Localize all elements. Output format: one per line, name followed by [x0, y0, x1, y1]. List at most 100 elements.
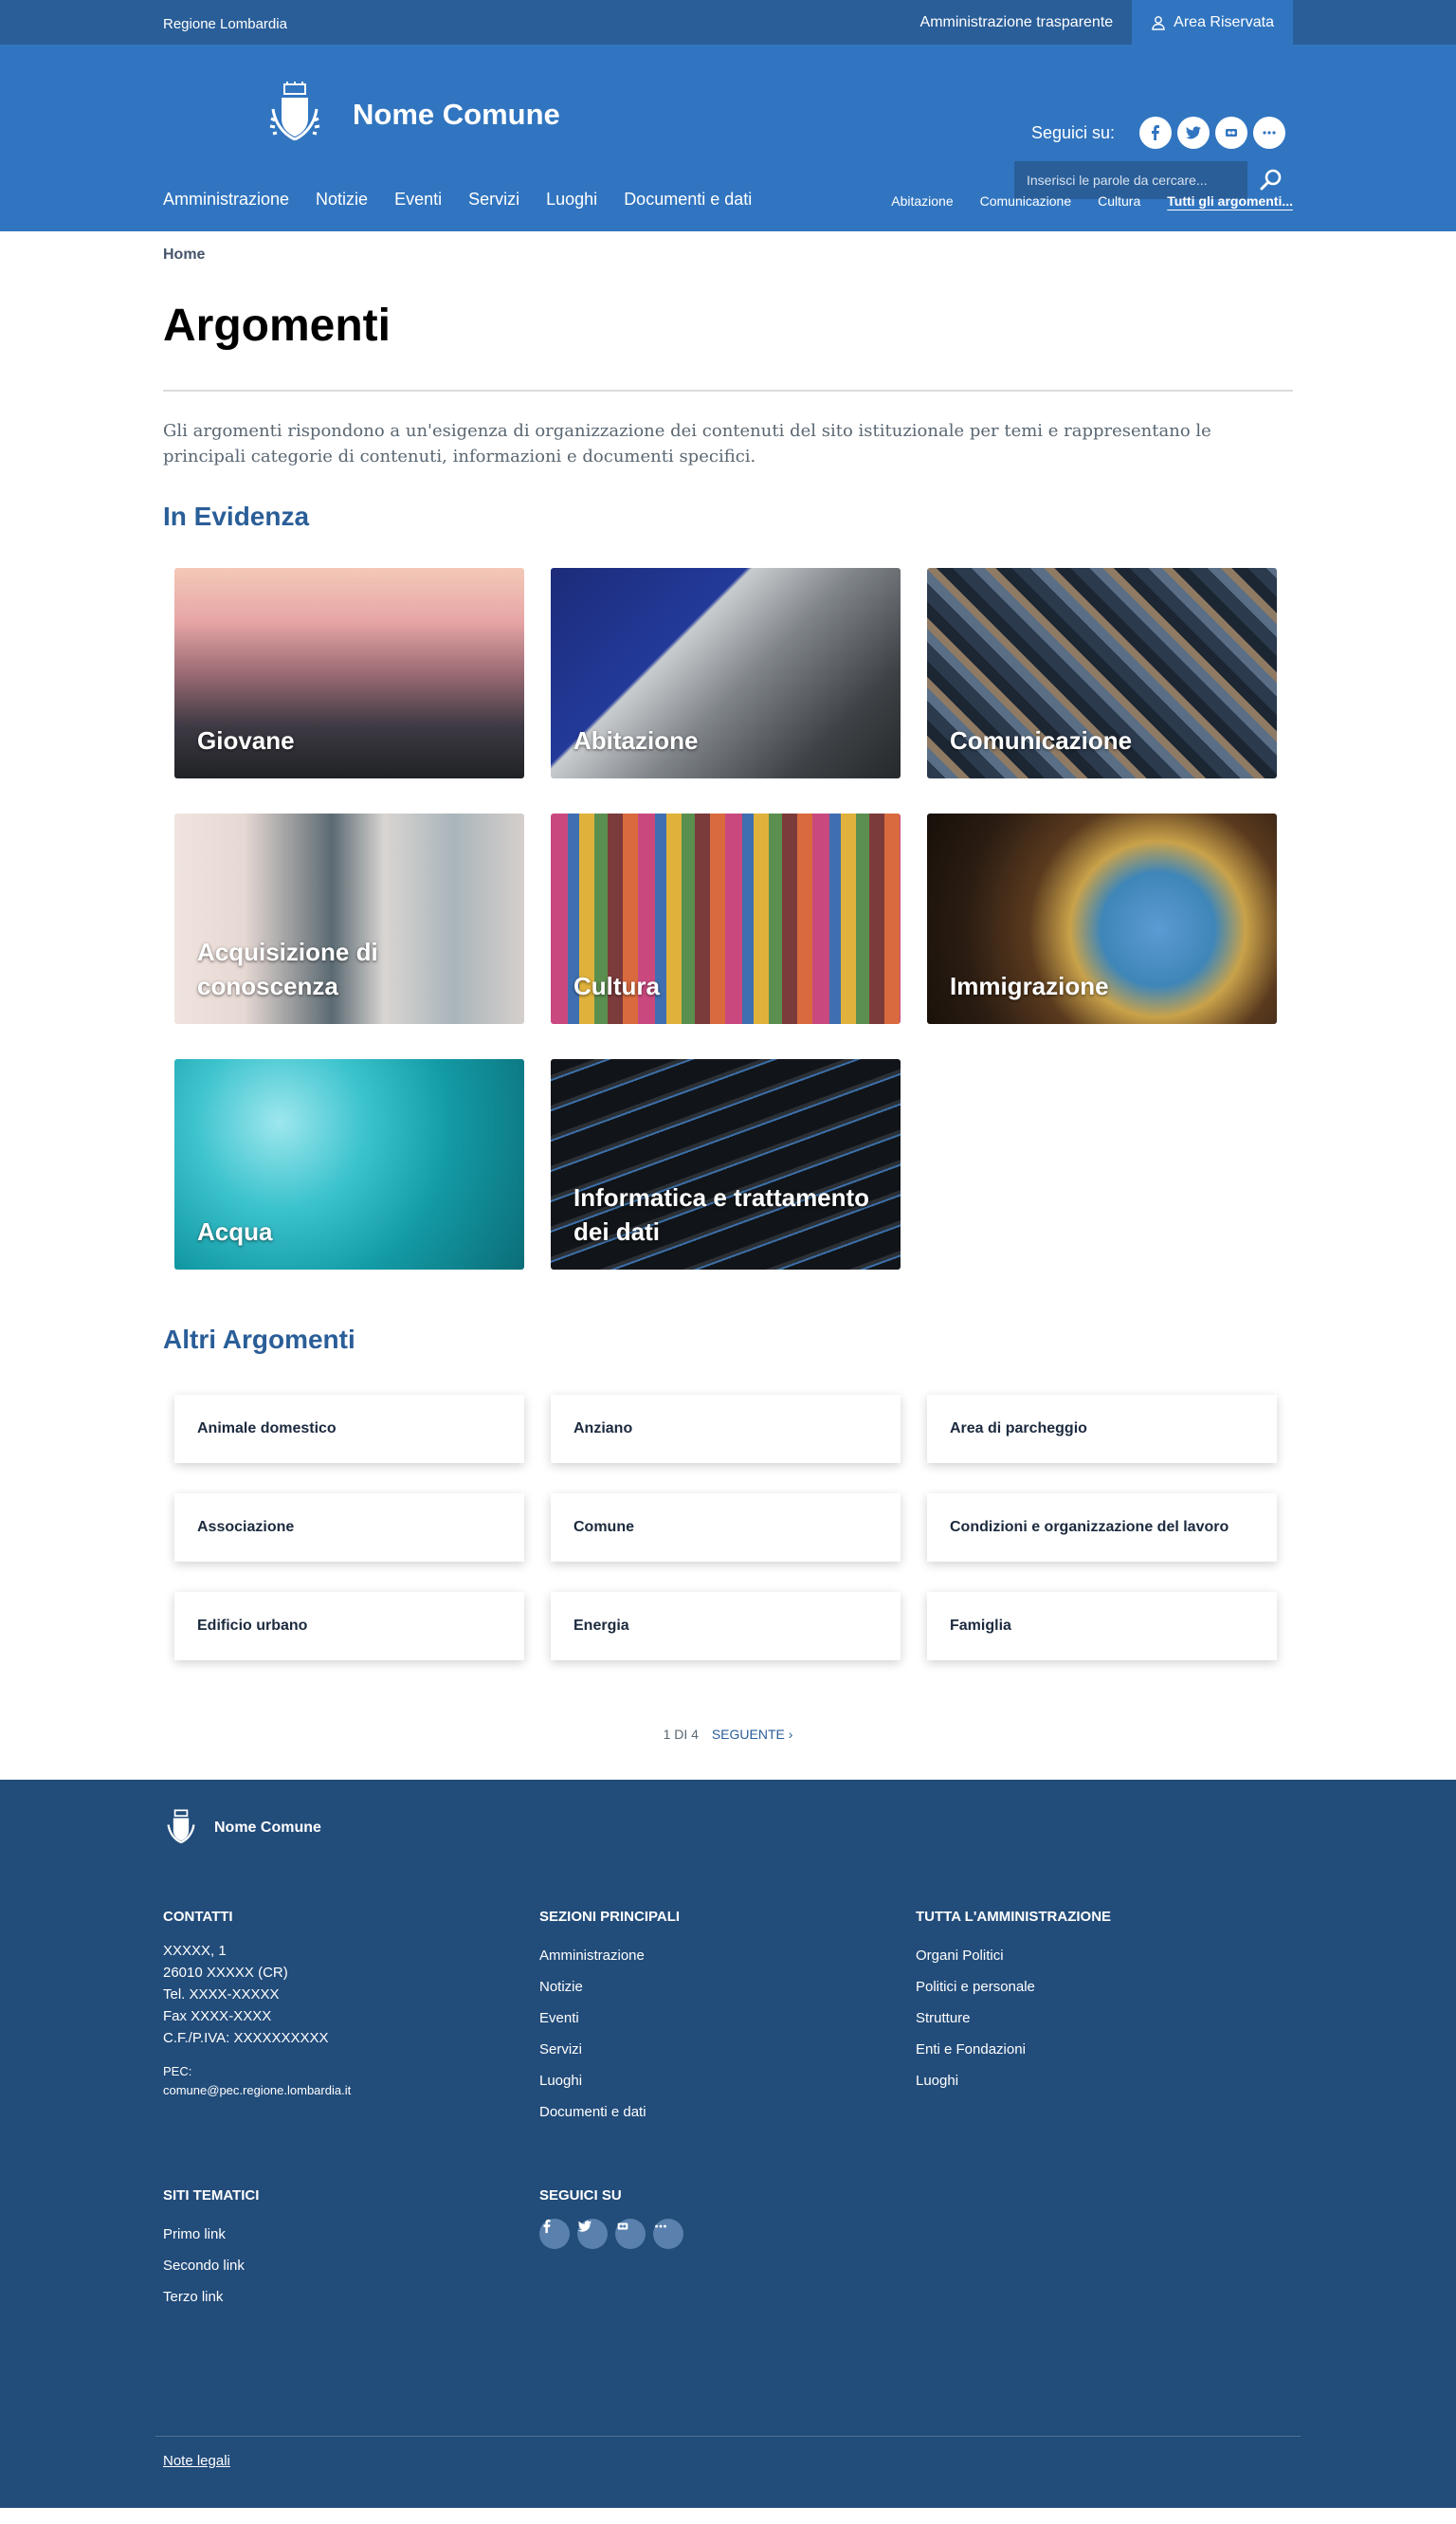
- facebook-icon[interactable]: [539, 2219, 570, 2249]
- topic-item[interactable]: Famiglia: [927, 1592, 1277, 1660]
- site-name: Nome Comune: [353, 98, 560, 131]
- footer-sezioni-title: SEZIONI PRINCIPALI: [539, 1909, 681, 1925]
- contact-line: C.F./P.IVA: XXXXXXXXXX: [163, 2030, 329, 2046]
- nav-topic-abitazione[interactable]: Abitazione: [891, 193, 953, 209]
- twitter-icon[interactable]: [1177, 117, 1210, 149]
- pagination: 1 DI 4 SEGUENTE ›: [163, 1727, 1293, 1780]
- topic-card-immigrazione[interactable]: Immigrazione: [927, 814, 1277, 1024]
- intro-text: Gli argomenti rispondono a un'esigenza d…: [163, 421, 1211, 466]
- footer-siti-tematici: SITI TEMATICI Primo link Secondo link Te…: [163, 2187, 259, 2313]
- topic-card-comunicazione[interactable]: Comunicazione: [927, 568, 1277, 778]
- footer-siti-title: SITI TEMATICI: [163, 2187, 260, 2204]
- site-brand-link[interactable]: Nome Comune: [265, 81, 560, 149]
- topic-item[interactable]: Anziano: [551, 1395, 901, 1463]
- nav-all-topics[interactable]: Tutti gli argomenti...: [1167, 193, 1293, 209]
- footer-link[interactable]: Documenti e dati: [539, 2096, 680, 2128]
- topics-nav: Abitazione Comunicazione Cultura Tutti g…: [864, 193, 1293, 209]
- main-content: Home Argomenti Gli argomenti rispondono …: [0, 231, 1456, 1780]
- topic-card-label: Cultura: [573, 972, 660, 1000]
- nav-notizie[interactable]: Notizie: [316, 190, 368, 210]
- title-divider: [163, 390, 1293, 392]
- footer-brand-link[interactable]: Nome Comune: [163, 1808, 321, 1848]
- footer-site-name: Nome Comune: [214, 1820, 321, 1836]
- in-evidenza-title: In Evidenza: [163, 502, 310, 531]
- breadcrumb[interactable]: Home: [163, 231, 1293, 264]
- area-riservata-label: Area Riservata: [1174, 13, 1274, 30]
- nav-servizi[interactable]: Servizi: [468, 190, 519, 210]
- twitter-icon[interactable]: [577, 2219, 608, 2249]
- footer-link[interactable]: Politici e personale: [916, 1971, 1111, 2003]
- nav-luoghi[interactable]: Luoghi: [546, 190, 597, 210]
- topic-card-label: Abitazione: [573, 726, 699, 755]
- more-icon[interactable]: [653, 2219, 683, 2249]
- contact-line: Tel. XXXX-XXXXX: [163, 1986, 280, 2003]
- footer-sezioni: SEZIONI PRINCIPALI Amministrazione Notiz…: [539, 1909, 680, 2128]
- pec-email-link[interactable]: comune@pec.regione.lombardia.it: [163, 2081, 351, 2100]
- footer-amministrazione: TUTTA L'AMMINISTRAZIONE Organi Politici …: [916, 1909, 1111, 2096]
- region-link[interactable]: Regione Lombardia: [163, 16, 287, 32]
- footer-seguici-title: SEGUICI SU: [539, 2187, 622, 2204]
- footer-link[interactable]: Notizie: [539, 1971, 680, 2003]
- topic-item[interactable]: Animale domestico: [174, 1395, 524, 1463]
- footer-link[interactable]: Strutture: [916, 2003, 1111, 2034]
- flickr-icon[interactable]: [1215, 117, 1247, 149]
- footer-link[interactable]: Organi Politici: [916, 1940, 1111, 1971]
- note-legali-link[interactable]: Note legali: [163, 2453, 230, 2469]
- more-icon[interactable]: [1253, 117, 1285, 149]
- footer-seguici: SEGUICI SU: [539, 2187, 691, 2249]
- topic-card-label: Comunicazione: [950, 726, 1133, 755]
- user-icon: [1152, 15, 1165, 30]
- topic-card-label: Immigrazione: [950, 972, 1109, 1000]
- footer-divider: [155, 2436, 1301, 2437]
- main-nav: Amministrazione Notizie Eventi Servizi L…: [163, 190, 778, 210]
- topic-card-label: Informatica e trattamento dei dati: [573, 1183, 870, 1246]
- footer-link[interactable]: Enti e Fondazioni: [916, 2034, 1111, 2065]
- contact-line: XXXXX, 1: [163, 1943, 227, 1959]
- amministrazione-trasparente-link[interactable]: Amministrazione trasparente: [920, 14, 1114, 31]
- footer-link[interactable]: Eventi: [539, 2003, 680, 2034]
- topic-card-abitazione[interactable]: Abitazione: [551, 568, 901, 778]
- footer-link[interactable]: Terzo link: [163, 2281, 259, 2313]
- topic-item[interactable]: Area di parcheggio: [927, 1395, 1277, 1463]
- footer-link[interactable]: Secondo link: [163, 2250, 259, 2281]
- nav-amministrazione[interactable]: Amministrazione: [163, 190, 289, 210]
- footer-contatti-title: CONTATTI: [163, 1909, 233, 1925]
- topic-item[interactable]: Energia: [551, 1592, 901, 1660]
- search-icon[interactable]: [1257, 166, 1285, 194]
- topic-item[interactable]: Edificio urbano: [174, 1592, 524, 1660]
- topic-card-informatica[interactable]: Informatica e trattamento dei dati: [551, 1059, 901, 1270]
- footer-link[interactable]: Amministrazione: [539, 1940, 680, 1971]
- altri-argomenti-title: Altri Argomenti: [163, 1325, 355, 1354]
- social-label: Seguici su:: [1030, 122, 1115, 142]
- footer-contatti: CONTATTI XXXXX, 1 26010 XXXXX (CR) Tel. …: [163, 1909, 351, 2100]
- nav-topic-cultura[interactable]: Cultura: [1098, 193, 1140, 209]
- footer-link[interactable]: Luoghi: [916, 2065, 1111, 2096]
- topic-card-cultura[interactable]: Cultura: [551, 814, 901, 1024]
- nav-topic-comunicazione[interactable]: Comunicazione: [980, 193, 1072, 209]
- top-bar: Regione Lombardia Amministrazione traspa…: [0, 0, 1456, 45]
- nav-eventi[interactable]: Eventi: [394, 190, 442, 210]
- footer-link[interactable]: Servizi: [539, 2034, 680, 2065]
- in-evidenza-grid: Giovane Abitazione Comunicazione Acquisi…: [163, 568, 1293, 1270]
- facebook-icon[interactable]: [1139, 117, 1172, 149]
- header-social: Seguici su:: [1031, 117, 1285, 149]
- flickr-icon[interactable]: [615, 2219, 646, 2249]
- topic-card-acquisizione-di-conoscenza[interactable]: Acquisizione di conoscenza: [174, 814, 524, 1024]
- pec-label: PEC:: [163, 2064, 192, 2078]
- topic-card-label: Acqua: [197, 1217, 273, 1246]
- topic-item[interactable]: Condizioni e organizzazione del lavoro: [927, 1493, 1277, 1562]
- footer-link[interactable]: Luoghi: [539, 2065, 680, 2096]
- topic-card-acqua[interactable]: Acqua: [174, 1059, 524, 1270]
- contact-line: 26010 XXXXX (CR): [163, 1965, 288, 1981]
- topic-item[interactable]: Comune: [551, 1493, 901, 1562]
- topic-item[interactable]: Associazione: [174, 1493, 524, 1562]
- nav-documenti-e-dati[interactable]: Documenti e dati: [624, 190, 752, 210]
- pagination-next-button[interactable]: SEGUENTE ›: [712, 1727, 793, 1742]
- area-riservata-button[interactable]: Area Riservata: [1132, 0, 1293, 45]
- altri-argomenti-grid: Animale domestico Anziano Area di parche…: [163, 1395, 1293, 1660]
- footer: Nome Comune CONTATTI XXXXX, 1 26010 XXXX…: [0, 1780, 1456, 2508]
- topic-card-giovane[interactable]: Giovane: [174, 568, 524, 778]
- contact-line: Fax XXXX-XXXX: [163, 2008, 272, 2024]
- pagination-status: 1 DI 4: [663, 1727, 699, 1742]
- footer-link[interactable]: Primo link: [163, 2219, 259, 2250]
